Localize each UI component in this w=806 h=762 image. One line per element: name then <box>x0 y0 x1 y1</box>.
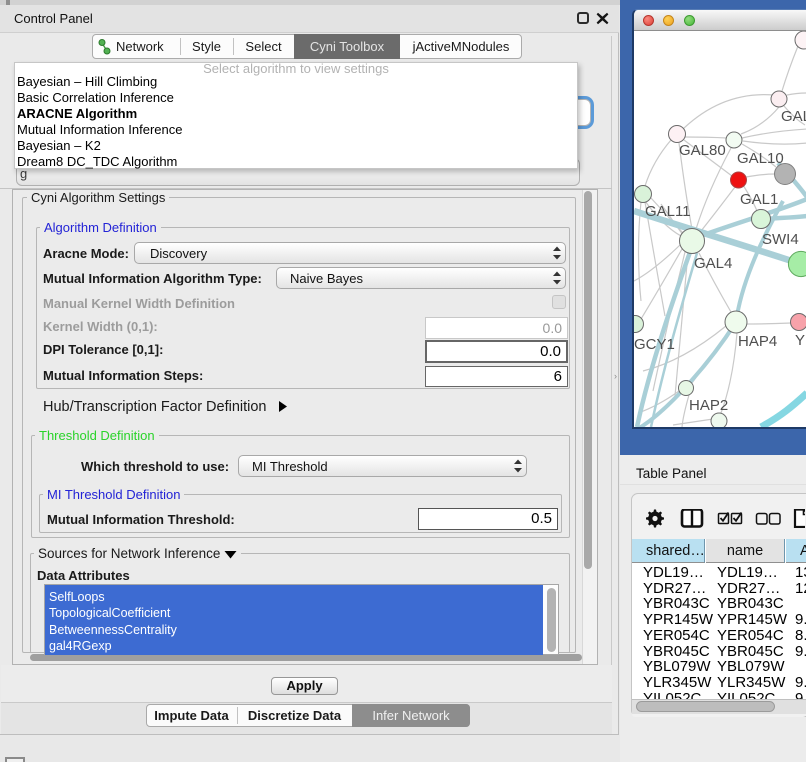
svg-text:GAL80: GAL80 <box>679 142 726 159</box>
svg-text:GAL11: GAL11 <box>645 203 691 220</box>
svg-text:Y: Y <box>795 332 805 349</box>
svg-text:GAL1: GAL1 <box>740 191 778 208</box>
svg-text:GAL: GAL <box>781 108 806 125</box>
svg-text:HAP4: HAP4 <box>738 333 777 350</box>
svg-text:GCY1: GCY1 <box>634 336 675 353</box>
svg-text:HAP2: HAP2 <box>689 397 728 414</box>
svg-text:GAL4: GAL4 <box>694 255 732 272</box>
svg-text:SWI4: SWI4 <box>762 231 799 248</box>
svg-text:GAL10: GAL10 <box>737 150 784 167</box>
